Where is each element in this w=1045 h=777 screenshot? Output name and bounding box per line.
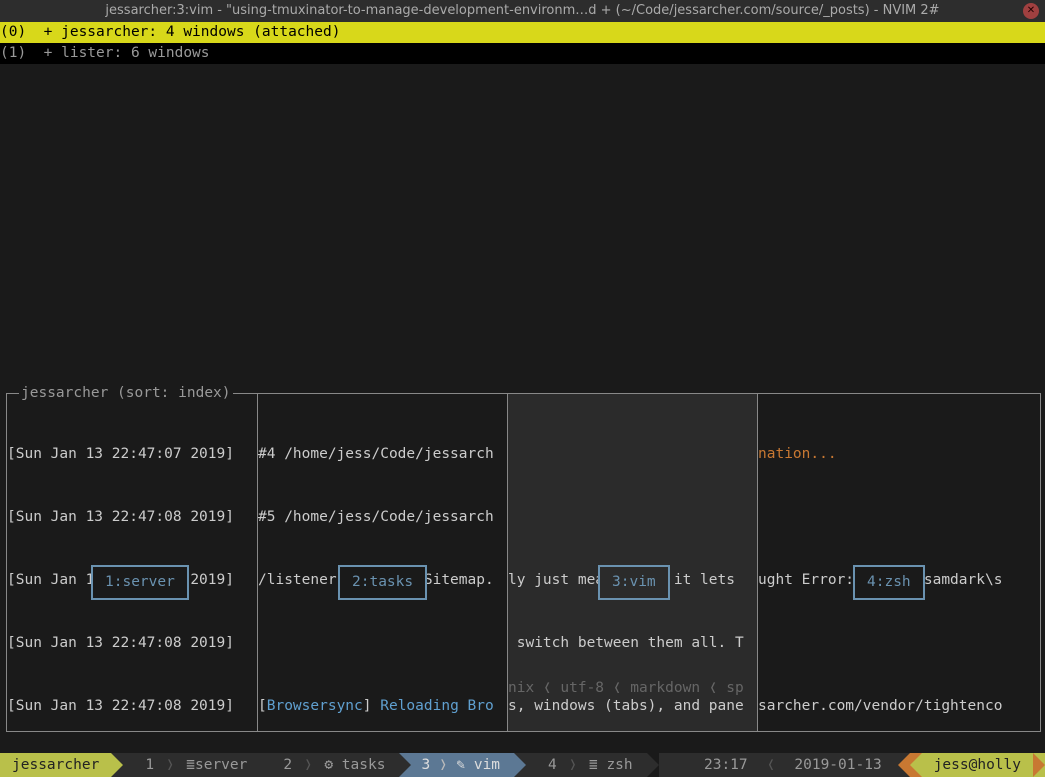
status-session-name[interactable]: jessarcher [0,753,111,777]
editor-text: switch between them all. T [508,633,757,654]
status-time: 23:17 [688,753,764,777]
sep-icon [898,753,910,777]
pane-label-server: 1:server [91,565,189,600]
session-entry-active[interactable]: (0) + jessarcher: 4 windows (attached) [0,22,1045,43]
log-line: [Sun Jan 13 22:47:08 2019] [7,507,257,528]
log-line: sarcher.com/vendor/tightenco [758,696,1040,717]
window-title: jessarcher:3:vim - "using-tmuxinator-to-… [105,3,939,18]
tmux-statusbar: jessarcher 1 ❭ ≣server 2 ❭ ⚙ tasks 3 ❭ ✎… [0,753,1045,777]
status-window-1[interactable]: 1 ❭ ≣server [123,753,261,777]
pane-label-vim: 3:vim [598,565,670,600]
tmux-window-overview: jessarcher (sort: index) [Sun Jan 13 22:… [6,393,1041,732]
pane-vim[interactable]: ly just means that it lets switch betwee… [507,394,757,731]
pane-tasks[interactable]: #4 /home/jess/Code/jessarch #5 /home/jes… [257,394,507,731]
sep-icon [1033,753,1045,777]
editor-text: s, windows (tabs), and pane [508,696,757,717]
session-entry[interactable]: (1) + lister: 6 windows [0,43,1045,64]
pane-zsh[interactable]: nation... ught Error: Class 'samdark\s s… [757,394,1040,731]
log-line: [Sun Jan 13 22:47:08 2019] [7,696,257,717]
status-user-host: jess@holly [922,753,1033,777]
window-titlebar: jessarcher:3:vim - "using-tmuxinator-to-… [0,0,1045,22]
tmux-session-list: (0) + jessarcher: 4 windows (attached) (… [0,22,1045,64]
status-window-4[interactable]: 4 ❭ ≣ zsh [526,753,647,777]
status-date: 2019-01-13 [778,753,897,777]
log-line: [Sun Jan 13 22:47:07 2019] [7,444,257,465]
browsersync-line: [Browsersync] Reloading Bro [258,696,507,717]
close-icon[interactable]: ✕ [1023,3,1039,19]
log-line: nation... [758,444,1040,465]
log-line [258,633,507,654]
log-line: #5 /home/jess/Code/jessarch [258,507,507,528]
status-window-3-active[interactable]: 3 ❭ ✎ vim [411,753,514,777]
status-window-2[interactable]: 2 ❭ ⚙ tasks [261,753,399,777]
log-line: #4 /home/jess/Code/jessarch [258,444,507,465]
pane-server[interactable]: [Sun Jan 13 22:47:07 2019] [Sun Jan 13 2… [7,394,257,731]
pane-label-tasks: 2:tasks [338,565,427,600]
log-line: [Sun Jan 13 22:47:08 2019] [7,633,257,654]
vim-statusline: nix ❬ utf-8 ❬ markdown ❬ sp [508,678,744,699]
pane-label-zsh: 4:zsh [853,565,925,600]
